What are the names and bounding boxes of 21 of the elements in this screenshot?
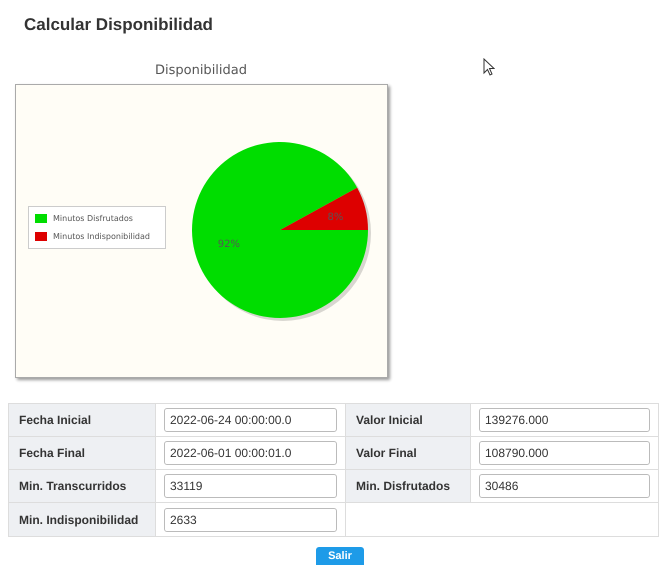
text-field[interactable]: 2633 — [164, 508, 337, 532]
field-label: Min. Indisponibilidad — [9, 503, 156, 536]
text-field[interactable]: 2022-06-01 00:00:01.0 — [164, 441, 337, 465]
legend-label: Minutos Disfrutados — [53, 212, 133, 224]
slice-label: 92% — [218, 239, 240, 250]
field-label: Fecha Final — [9, 437, 156, 469]
field-label: Valor Final — [346, 437, 471, 469]
text-field[interactable]: 139276.000 — [479, 408, 650, 432]
field-label: Fecha Inicial — [9, 404, 156, 436]
field-label: Min. Transcurridos — [9, 470, 156, 502]
field-label: Valor Inicial — [346, 404, 471, 436]
legend-label: Minutos Indisponibilidad — [53, 230, 150, 242]
cursor-icon — [483, 58, 495, 76]
chart-title: Disponibilidad — [155, 63, 247, 78]
field-label: Min. Disfrutados — [346, 470, 471, 502]
text-field[interactable]: 33119 — [164, 474, 337, 498]
text-field[interactable]: 108790.000 — [479, 441, 650, 465]
page-title: Calcular Disponibilidad — [24, 14, 213, 36]
text-field[interactable]: 30486 — [479, 474, 650, 498]
slice-label: 8% — [327, 212, 344, 223]
text-field[interactable]: 2022-06-24 00:00:00.0 — [164, 408, 337, 432]
